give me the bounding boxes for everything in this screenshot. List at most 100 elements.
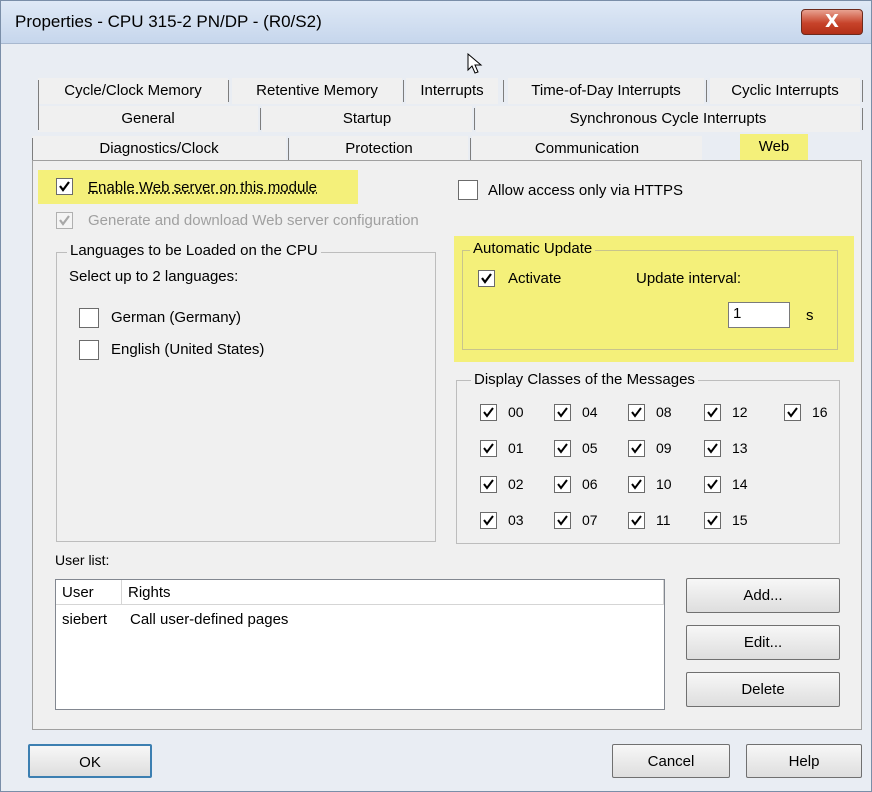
enable-web-server-checkbox[interactable] [56, 178, 73, 195]
checkmark-icon [483, 515, 494, 526]
tab-separator [288, 138, 289, 160]
checkmark-icon [707, 443, 718, 454]
checkmark-icon [483, 479, 494, 490]
message-class-label: 09 [656, 440, 672, 456]
message-class-checkbox[interactable] [704, 512, 721, 529]
https-only-label: Allow access only via HTTPS [488, 182, 684, 199]
checkmark-icon [787, 407, 798, 418]
message-class-checkbox[interactable] [554, 404, 571, 421]
message-class-label: 13 [732, 440, 748, 456]
delete-button[interactable]: Delete [686, 672, 840, 707]
checkmark-icon [707, 407, 718, 418]
tab-separator [403, 80, 404, 102]
message-class-checkbox[interactable] [554, 440, 571, 457]
message-class-checkbox[interactable] [480, 476, 497, 493]
message-class-label: 04 [582, 404, 598, 420]
user-list-table[interactable]: User Rights siebert Call user-defined pa… [55, 579, 665, 710]
mouse-cursor-icon [467, 53, 483, 74]
checkmark-icon [557, 479, 568, 490]
tab-time-of-day-interrupts[interactable]: Time-of-Day Interrupts [508, 78, 704, 104]
rights-column-header[interactable]: Rights [122, 580, 664, 605]
message-class-label: 10 [656, 476, 672, 492]
checkmark-icon [557, 407, 568, 418]
user-cell: siebert [62, 611, 108, 628]
activate-checkbox[interactable] [478, 270, 495, 287]
message-class-label: 16 [812, 404, 828, 420]
tab-cycle-clock-memory[interactable]: Cycle/Clock Memory [38, 78, 228, 104]
tab-protection[interactable]: Protection [290, 136, 468, 162]
message-class-label: 12 [732, 404, 748, 420]
tab-startup[interactable]: Startup [262, 106, 472, 132]
tab-cyclic-interrupts[interactable]: Cyclic Interrupts [710, 78, 860, 104]
message-class-checkbox[interactable] [480, 512, 497, 529]
tab-synchronous-cycle-interrupts[interactable]: Synchronous Cycle Interrupts [476, 106, 860, 132]
message-class-checkbox[interactable] [628, 512, 645, 529]
checkmark-icon [483, 407, 494, 418]
https-only-checkbox[interactable] [458, 180, 478, 200]
message-class-checkbox[interactable] [784, 404, 801, 421]
tab-separator [862, 80, 863, 102]
checkmark-icon [707, 479, 718, 490]
checkmark-icon [557, 443, 568, 454]
tab-separator [228, 80, 229, 102]
rights-cell: Call user-defined pages [130, 611, 289, 628]
edit-button[interactable]: Edit... [686, 625, 840, 660]
user-column-header[interactable]: User [56, 580, 122, 605]
german-label: German (Germany) [111, 309, 242, 326]
message-class-label: 06 [582, 476, 598, 492]
checkmark-icon [631, 515, 642, 526]
message-class-label: 05 [582, 440, 598, 456]
update-interval-label: Update interval: [636, 270, 742, 287]
checkmark-icon [631, 407, 642, 418]
checkmark-icon [481, 273, 492, 284]
german-checkbox[interactable] [79, 308, 99, 328]
checkmark-icon [483, 443, 494, 454]
tab-diagnostics-clock[interactable]: Diagnostics/Clock [32, 136, 286, 162]
tab-general[interactable]: General [38, 106, 258, 132]
checkmark-icon [631, 443, 642, 454]
tab-separator [706, 80, 707, 102]
message-class-checkbox[interactable] [480, 440, 497, 457]
help-button[interactable]: Help [746, 744, 862, 778]
tab-separator [260, 108, 261, 130]
checkmark-icon [59, 215, 70, 226]
message-class-label: 07 [582, 512, 598, 528]
message-class-checkbox[interactable] [628, 440, 645, 457]
message-class-label: 11 [656, 512, 671, 528]
message-class-label: 14 [732, 476, 748, 492]
message-class-checkbox[interactable] [554, 512, 571, 529]
languages-hint: Select up to 2 languages: [69, 268, 239, 285]
message-class-checkbox[interactable] [704, 440, 721, 457]
tab-communication[interactable]: Communication [472, 136, 702, 162]
message-class-checkbox[interactable] [704, 476, 721, 493]
activate-label: Activate [508, 270, 562, 287]
close-button[interactable]: X [801, 9, 863, 35]
update-interval-input[interactable]: 1 [728, 302, 790, 328]
ok-button[interactable]: OK [28, 744, 152, 778]
message-class-checkbox[interactable] [628, 404, 645, 421]
window-title: Properties - CPU 315-2 PN/DP - (R0/S2) [15, 12, 322, 31]
checkmark-icon [707, 515, 718, 526]
tab-web[interactable]: Web [740, 134, 808, 160]
tab-separator [862, 108, 863, 130]
message-class-label: 00 [508, 404, 524, 420]
user-list-label: User list: [55, 552, 110, 568]
message-class-checkbox[interactable] [554, 476, 571, 493]
message-class-checkbox[interactable] [480, 404, 497, 421]
auto-update-group [462, 250, 838, 350]
english-checkbox[interactable] [79, 340, 99, 360]
title-bar[interactable]: Properties - CPU 315-2 PN/DP - (R0/S2) X [1, 1, 871, 44]
checkmark-icon [631, 479, 642, 490]
message-class-label: 02 [508, 476, 524, 492]
tab-interrupts[interactable]: Interrupts [406, 78, 498, 104]
message-class-label: 01 [508, 440, 524, 456]
cancel-button[interactable]: Cancel [612, 744, 730, 778]
generate-config-label: Generate and download Web server configu… [88, 212, 419, 229]
english-label: English (United States) [111, 341, 265, 358]
add-button[interactable]: Add... [686, 578, 840, 613]
message-class-checkbox[interactable] [628, 476, 645, 493]
table-row[interactable]: siebert Call user-defined pages [56, 608, 662, 632]
tab-retentive-memory[interactable]: Retentive Memory [232, 78, 402, 104]
message-class-checkbox[interactable] [704, 404, 721, 421]
enable-web-server-label: Enable Web server on this module [88, 179, 318, 196]
